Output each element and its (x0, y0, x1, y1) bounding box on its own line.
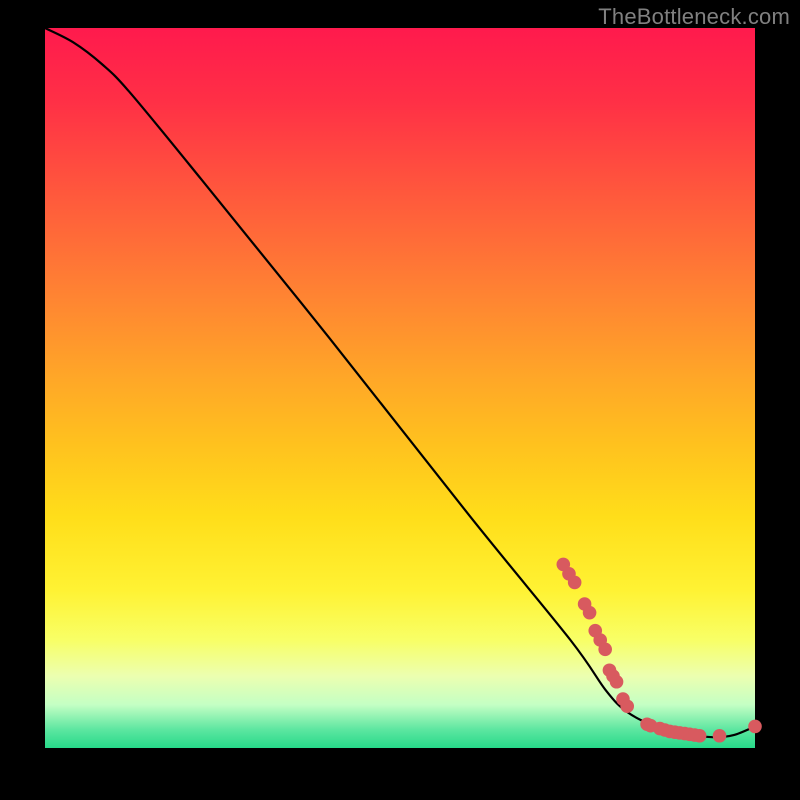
scatter-point (568, 576, 582, 590)
chart-frame: TheBottleneck.com (0, 0, 800, 800)
scatter-point (610, 675, 624, 689)
scatter-point (583, 606, 597, 620)
watermark-text: TheBottleneck.com (598, 4, 790, 30)
scatter-point (598, 643, 612, 657)
scatter-point (748, 720, 762, 734)
scatter-point (713, 729, 727, 743)
scatter-point (693, 729, 707, 743)
bottleneck-chart (0, 0, 800, 800)
gradient-background (45, 28, 755, 748)
scatter-point (620, 699, 634, 713)
